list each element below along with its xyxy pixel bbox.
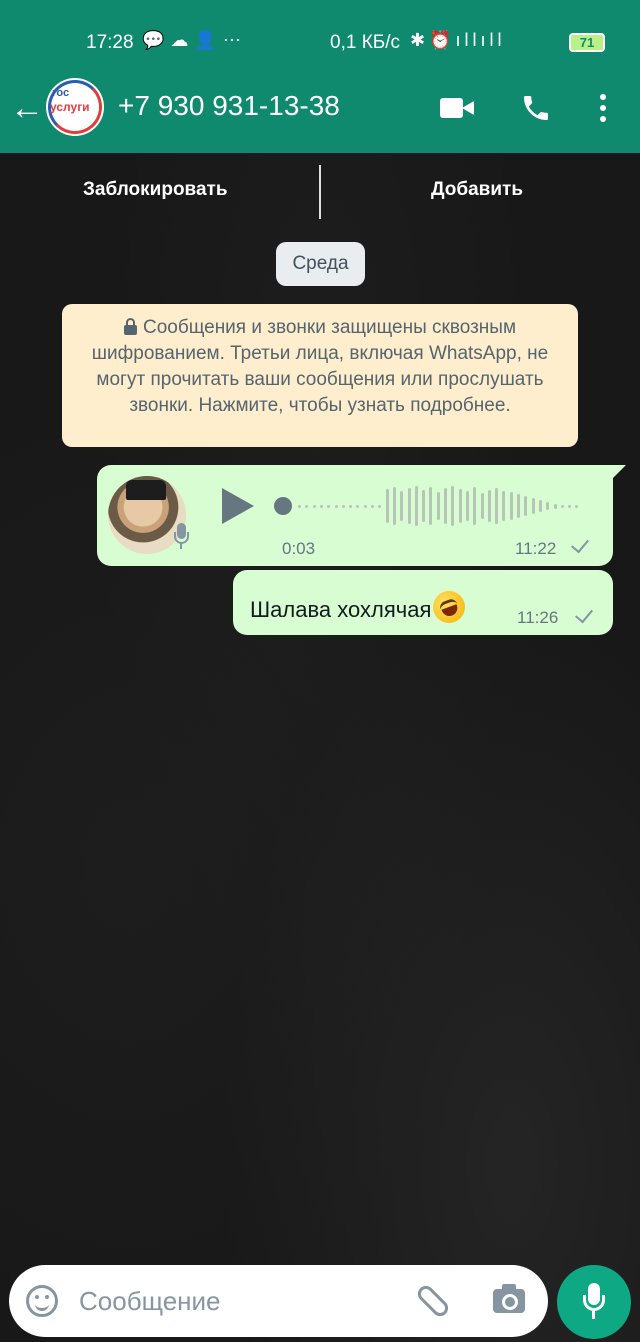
waveform-bar xyxy=(429,487,433,525)
status-bar: 17:28 💬☁👤⋯ 0,1 КБ/с ✱⏰ıllıll 71 xyxy=(0,0,640,80)
text-message-bubble[interactable]: Шалава хохлячая 11:26 xyxy=(233,570,613,635)
waveform-bar xyxy=(502,491,506,521)
waveform-bar xyxy=(363,504,367,508)
lock-icon xyxy=(123,318,137,335)
waveform-bar xyxy=(378,504,382,508)
waveform-bar xyxy=(553,503,557,509)
playback-scrubber[interactable] xyxy=(274,497,292,515)
waveform-bar xyxy=(392,487,396,525)
waveform-bar xyxy=(436,492,440,520)
bubble-tail xyxy=(612,465,626,479)
voice-duration: 0:03 xyxy=(282,539,316,558)
network-speed: 0,1 КБ/с xyxy=(330,32,401,53)
status-system-icons: ✱⏰ıllıll xyxy=(410,30,506,50)
audio-waveform[interactable] xyxy=(274,483,594,527)
encryption-notice-text: Сообщения и звонки защищены сквозным шиф… xyxy=(91,317,549,416)
waveform-bar xyxy=(546,502,550,510)
more-options-icon[interactable] xyxy=(600,94,606,127)
battery-icon: 71 xyxy=(569,33,605,52)
waveform-bar xyxy=(538,500,542,512)
mic-icon xyxy=(174,523,189,551)
waveform-bar xyxy=(531,498,535,514)
chat-toolbar: ← гос услуги +7 930 931-13-38 xyxy=(0,78,640,153)
emoji-icon[interactable] xyxy=(26,1285,58,1317)
camera-icon[interactable] xyxy=(493,1284,525,1313)
message-input[interactable] xyxy=(79,1279,399,1323)
attach-icon[interactable] xyxy=(414,1282,452,1320)
waveform-bar xyxy=(305,504,309,508)
waveform-bar xyxy=(473,487,477,525)
waveform-bar xyxy=(327,504,331,508)
back-arrow-icon[interactable]: ← xyxy=(10,88,44,128)
waveform-bar xyxy=(451,486,455,526)
contact-avatar[interactable]: гос услуги xyxy=(46,78,104,136)
rolling-laughing-emoji-icon xyxy=(428,586,470,628)
waveform-bar xyxy=(414,486,418,526)
action-divider xyxy=(319,165,321,219)
play-icon[interactable] xyxy=(222,488,254,524)
message-time: 11:22 xyxy=(515,539,557,558)
waveform-bar xyxy=(400,491,404,521)
waveform-bar xyxy=(509,492,513,520)
voice-record-button[interactable] xyxy=(557,1265,631,1339)
message-text: Шалава хохлячая xyxy=(250,597,432,622)
app-header: 17:28 💬☁👤⋯ 0,1 КБ/с ✱⏰ıllıll 71 ← гос ус… xyxy=(0,0,640,153)
message-time: 11:26 xyxy=(517,608,559,627)
voice-call-icon[interactable] xyxy=(520,92,552,124)
status-notification-icons: 💬☁👤⋯ xyxy=(142,30,247,50)
unknown-contact-actions: Заблокировать Добавить xyxy=(0,153,640,231)
sent-check-icon xyxy=(575,604,593,624)
waveform-bar xyxy=(480,493,484,519)
encryption-notice[interactable]: Сообщения и звонки защищены сквозным шиф… xyxy=(62,304,578,447)
waveform-bar xyxy=(334,504,338,508)
waveform-bar xyxy=(356,504,360,508)
waveform-bar xyxy=(495,488,499,524)
waveform-bar xyxy=(575,504,579,508)
add-contact-button[interactable]: Добавить xyxy=(431,179,523,201)
waveform-bar xyxy=(298,504,301,508)
contact-name[interactable]: +7 930 931-13-38 xyxy=(118,90,340,122)
waveform-bar xyxy=(444,488,447,524)
waveform-bar xyxy=(407,488,411,524)
waveform-bar xyxy=(371,504,374,508)
waveform-bar xyxy=(560,504,564,508)
waveform-bar xyxy=(349,504,353,508)
waveform-bar xyxy=(312,504,316,508)
waveform-bar xyxy=(422,490,426,522)
date-chip: Среда xyxy=(276,242,365,286)
waveform-bar xyxy=(385,489,389,523)
message-composer xyxy=(9,1265,548,1337)
waveform-bar xyxy=(517,494,520,518)
waveform-bar xyxy=(319,504,323,508)
waveform-bar xyxy=(487,490,491,522)
avatar-logo-text-bottom: услуги xyxy=(50,100,90,114)
voice-message-bubble[interactable]: 0:03 11:22 xyxy=(97,465,613,566)
waveform-bar xyxy=(524,496,528,516)
block-button[interactable]: Заблокировать xyxy=(83,179,228,201)
waveform-bar xyxy=(465,491,469,521)
status-time: 17:28 xyxy=(86,32,134,53)
sent-check-icon xyxy=(571,534,589,554)
avatar-logo-text-top: гос xyxy=(52,87,70,99)
waveform-bar xyxy=(341,504,345,508)
waveform-bar xyxy=(568,504,572,508)
waveform-bar xyxy=(458,489,462,523)
